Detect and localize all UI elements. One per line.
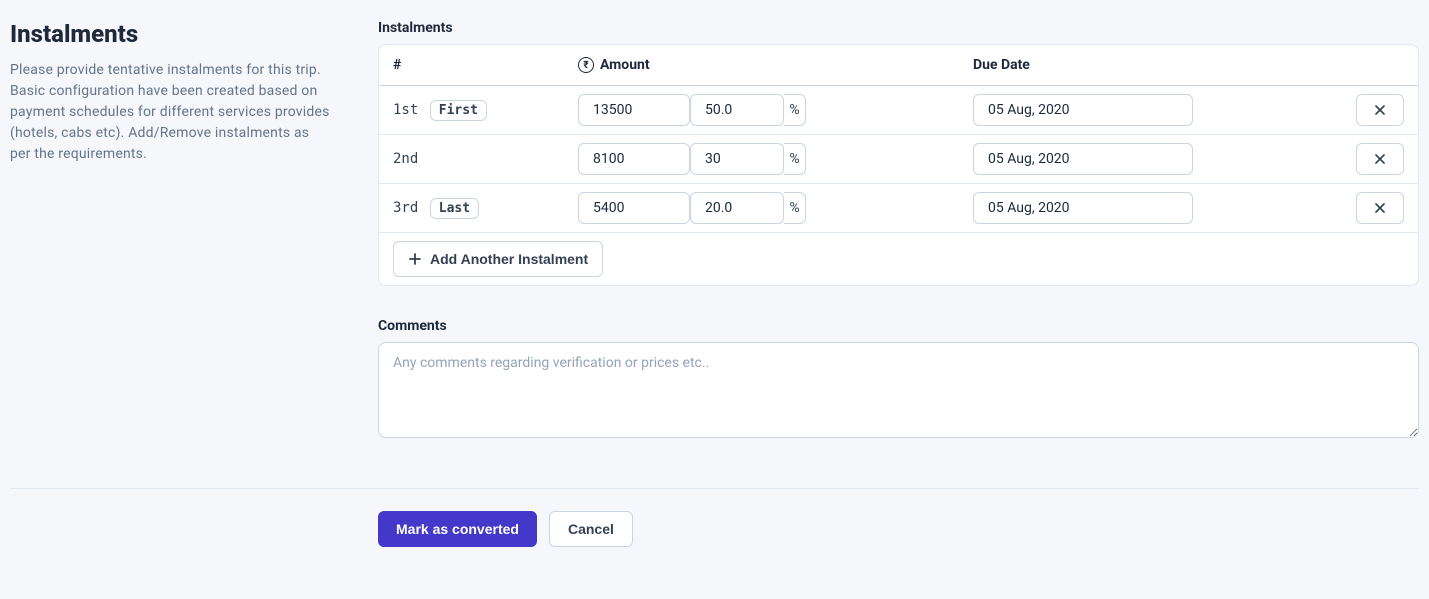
close-icon	[1373, 103, 1387, 117]
cancel-button[interactable]: Cancel	[549, 511, 633, 547]
row-ordinal: 2nd	[393, 151, 418, 167]
table-header: # ₹ Amount Due Date	[379, 45, 1418, 86]
percent-suffix: %	[784, 192, 806, 224]
instalments-table: # ₹ Amount Due Date 1st First	[378, 44, 1419, 286]
header-number: #	[393, 57, 578, 73]
close-icon	[1373, 201, 1387, 215]
percent-suffix: %	[784, 94, 806, 126]
row-ordinal: 3rd	[393, 200, 418, 216]
due-date-input[interactable]	[973, 143, 1193, 175]
due-date-input[interactable]	[973, 94, 1193, 126]
remove-row-button[interactable]	[1356, 94, 1404, 126]
row-badge-first: First	[430, 100, 487, 121]
amount-input[interactable]	[578, 94, 690, 126]
table-row: 3rd Last %	[379, 184, 1418, 233]
comments-label: Comments	[378, 318, 1419, 334]
remove-row-button[interactable]	[1356, 143, 1404, 175]
percent-suffix: %	[784, 143, 806, 175]
table-row: 2nd %	[379, 135, 1418, 184]
page-description: Please provide tentative instalments for…	[10, 60, 330, 165]
table-row: 1st First %	[379, 86, 1418, 135]
add-instalment-label: Add Another Instalment	[430, 251, 588, 267]
remove-row-button[interactable]	[1356, 192, 1404, 224]
add-instalment-button[interactable]: Add Another Instalment	[393, 241, 603, 277]
percent-input[interactable]	[690, 192, 784, 224]
percent-input[interactable]	[690, 143, 784, 175]
instalments-label: Instalments	[378, 20, 1419, 36]
divider	[10, 488, 1419, 489]
page-title: Instalments	[10, 20, 330, 48]
percent-input[interactable]	[690, 94, 784, 126]
rupee-icon: ₹	[578, 57, 594, 73]
header-amount: ₹ Amount	[578, 57, 973, 73]
comments-textarea[interactable]	[378, 342, 1419, 438]
due-date-input[interactable]	[973, 192, 1193, 224]
header-due-date: Due Date	[973, 57, 1328, 73]
plus-icon	[408, 252, 422, 266]
header-amount-label: Amount	[600, 57, 650, 73]
row-ordinal: 1st	[393, 102, 418, 118]
close-icon	[1373, 152, 1387, 166]
row-badge-last: Last	[430, 198, 479, 219]
amount-input[interactable]	[578, 192, 690, 224]
mark-converted-button[interactable]: Mark as converted	[378, 511, 537, 547]
amount-input[interactable]	[578, 143, 690, 175]
